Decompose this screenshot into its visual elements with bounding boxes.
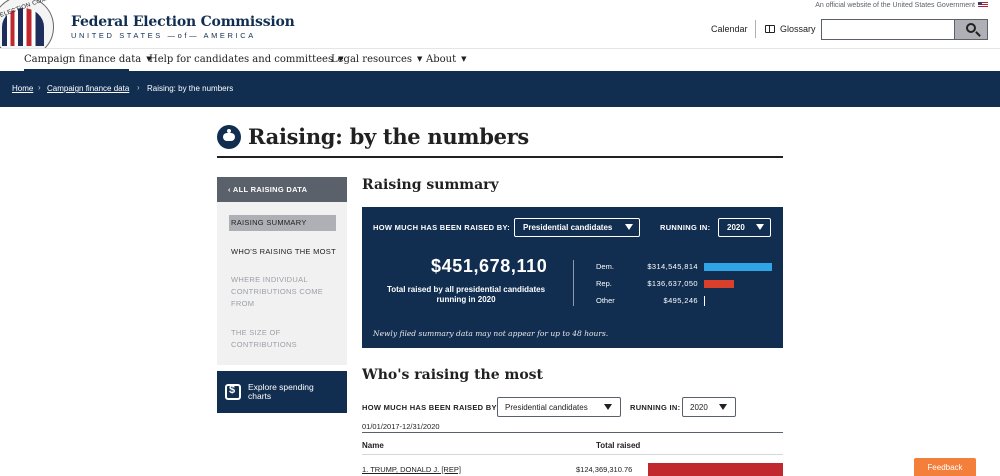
- breadcrumb-separator-icon: ›: [38, 83, 41, 92]
- breadcrumb-home[interactable]: Home: [12, 84, 33, 93]
- search-button[interactable]: [954, 19, 988, 40]
- nav-campaign-finance-data[interactable]: Campaign finance data ▼: [24, 54, 152, 65]
- search-icon: [966, 23, 976, 33]
- site-title[interactable]: Federal Election Commission: [71, 14, 295, 30]
- breadcrumb-campaign-finance-data[interactable]: Campaign finance data: [47, 84, 129, 93]
- column-header-name: Name: [362, 441, 384, 450]
- raising-summary-heading: Raising summary: [362, 177, 499, 193]
- book-icon: [765, 25, 775, 33]
- party-amount: $495,246: [663, 296, 698, 305]
- nav-label: Campaign finance data: [24, 54, 142, 65]
- nav-label: About: [426, 54, 457, 65]
- party-bar-rep: [704, 280, 734, 288]
- election-year-select[interactable]: 2020: [718, 218, 771, 237]
- select-value: 2020: [727, 223, 745, 232]
- sidebar-item-individual-contributions[interactable]: WHERE INDIVIDUAL CONTRIBUTIONS COME FROM: [231, 274, 336, 310]
- running-in-label: RUNNING IN:: [660, 223, 711, 232]
- calendar-link[interactable]: Calendar: [711, 24, 748, 34]
- sidebar-nav: RAISING SUMMARY WHO'S RAISING THE MOST W…: [217, 202, 347, 365]
- all-raising-data-link[interactable]: ‹ ALL RAISING DATA: [217, 177, 347, 202]
- breadcrumb-current: Raising: by the numbers: [147, 84, 234, 93]
- party-row-dem: Dem. $314,545,814: [596, 262, 776, 274]
- main-nav: Campaign finance data ▼ Help for candidat…: [0, 48, 1000, 72]
- select-value: 2020: [690, 403, 708, 412]
- site-subtitle: UNITED STATES —of— AMERICA: [71, 31, 256, 40]
- candidates-type-select[interactable]: Presidential candidates: [497, 397, 621, 417]
- site-header: ELECTION COMMISSION Federal Election Com…: [0, 0, 1000, 48]
- party-amount: $136,637,050: [647, 279, 698, 288]
- party-name: Dem.: [596, 262, 614, 271]
- fec-seal-logo[interactable]: ELECTION COMMISSION: [0, 0, 64, 48]
- running-in-label: RUNNING IN:: [630, 403, 681, 412]
- total-raised-caption: Total raised by all presidential candida…: [386, 285, 546, 304]
- sidebar-item-raising-summary[interactable]: RAISING SUMMARY: [229, 215, 336, 231]
- raising-summary-panel: HOW MUCH HAS BEEN RAISED BY: Presidentia…: [362, 207, 783, 348]
- party-name: Other: [596, 296, 615, 305]
- explore-spending-charts-button[interactable]: Explore spending charts: [217, 371, 347, 413]
- election-year-select[interactable]: 2020: [682, 397, 736, 417]
- site-search-input[interactable]: [821, 19, 954, 40]
- candidate-total-bar: [648, 463, 783, 476]
- table-top-rule: [362, 432, 783, 433]
- table-header-rule: [362, 454, 783, 455]
- chevron-down-icon: ▼: [461, 55, 467, 63]
- chevron-down-icon: [719, 404, 727, 410]
- summary-note: Newly filed summary data may not appear …: [373, 329, 609, 338]
- nav-about[interactable]: About ▼: [426, 54, 467, 65]
- total-raised-amount: $451,678,110: [431, 256, 548, 276]
- party-name: Rep.: [596, 279, 612, 288]
- select-value: Presidential candidates: [523, 223, 613, 232]
- pig-shape: [223, 133, 235, 141]
- select-value: Presidential candidates: [505, 403, 588, 412]
- column-header-total-raised: Total raised: [596, 441, 641, 450]
- nav-legal-resources[interactable]: Legal resources ▼: [331, 54, 422, 65]
- candidate-total-raised: $124,369,310.76: [576, 465, 633, 474]
- chevron-down-icon: ▼: [417, 55, 423, 63]
- sidebar-item-contribution-size[interactable]: THE SIZE OF CONTRIBUTIONS: [231, 327, 336, 351]
- sidebar-item-whos-raising[interactable]: WHO'S RAISING THE MOST: [231, 246, 336, 258]
- feedback-button[interactable]: Feedback: [914, 458, 976, 476]
- chevron-down-icon: [756, 224, 764, 230]
- candidates-type-select[interactable]: Presidential candidates: [514, 218, 640, 237]
- party-row-other: Other $495,246: [596, 296, 776, 308]
- candidate-name-link[interactable]: 1. TRUMP, DONALD J. [REP]: [362, 465, 461, 474]
- piggy-bank-icon: [217, 125, 241, 149]
- glossary-label: Glossary: [780, 24, 816, 34]
- header-divider: [755, 20, 756, 38]
- chevron-down-icon: [604, 404, 612, 410]
- title-divider: [217, 156, 783, 158]
- breadcrumb: Home › Campaign finance data › Raising: …: [0, 71, 1000, 107]
- whos-raising-heading: Who's raising the most: [362, 367, 544, 383]
- date-range: 01/01/2017-12/31/2020: [362, 422, 440, 431]
- cta-label: Explore spending charts: [248, 382, 314, 401]
- how-raised-label: HOW MUCH HAS BEEN RAISED BY:: [362, 403, 500, 412]
- party-row-rep: Rep. $136,637,050: [596, 279, 776, 291]
- party-bar-other: [704, 296, 705, 306]
- party-bar-dem: [704, 263, 772, 271]
- nav-label: Legal resources: [331, 54, 413, 65]
- chevron-down-icon: [625, 224, 633, 230]
- breadcrumb-separator-icon: ›: [137, 83, 140, 92]
- how-raised-label: HOW MUCH HAS BEEN RAISED BY:: [373, 223, 511, 232]
- nav-label: Help for candidates and committees: [149, 54, 334, 65]
- nav-help-candidates[interactable]: Help for candidates and committees ▼: [149, 54, 343, 65]
- summary-divider: [573, 260, 574, 306]
- page-title: Raising: by the numbers: [248, 124, 529, 149]
- dollar-chart-icon: [225, 384, 241, 400]
- party-amount: $314,545,814: [647, 262, 698, 271]
- glossary-link[interactable]: Glossary: [765, 24, 816, 34]
